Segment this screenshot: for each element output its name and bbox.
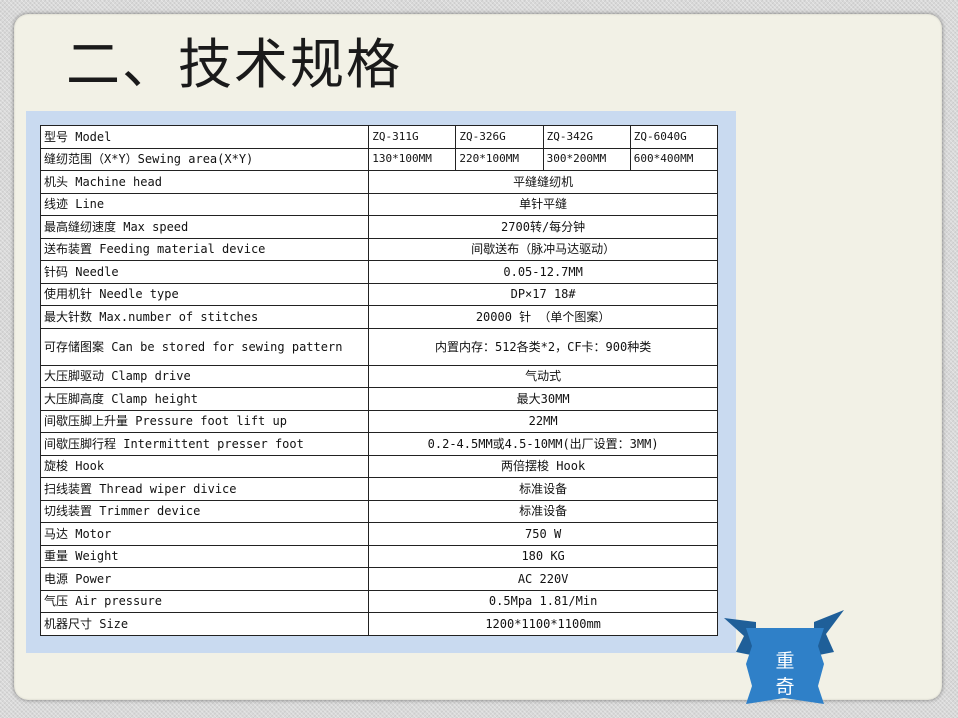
row-label: 线迹 Line xyxy=(39,192,370,216)
spec-panel: 型号 Model ZQ-311G ZQ-326G ZQ-342G ZQ-6040… xyxy=(26,111,736,653)
row-label: 电源 Power xyxy=(39,567,370,591)
row-value: 20000 针 （单个图案） xyxy=(368,305,718,329)
table-row: 间歇压脚上升量 Pressure foot lift up 22MM xyxy=(39,409,718,433)
table-row: 使用机针 Needle type DP×17 18# xyxy=(39,282,718,306)
table-row: 马达 Motor 750 W xyxy=(39,522,718,546)
table-row: 机器尺寸 Size 1200*1100*1100mm xyxy=(39,612,718,636)
table-row: 重量 Weight 180 KG xyxy=(39,544,718,568)
model-cell: ZQ-342G xyxy=(542,125,631,149)
row-label: 旋梭 Hook xyxy=(39,454,370,478)
row-label: 大压脚驱动 Clamp drive xyxy=(39,364,370,388)
row-value: 0.2-4.5MM或4.5-10MM(出厂设置：3MM) xyxy=(368,432,718,456)
row-label: 间歇压脚上升量 Pressure foot lift up xyxy=(39,409,370,433)
table-row: 间歇压脚行程 Intermittent presser foot 0.2-4.5M… xyxy=(39,432,718,456)
table-row: 电源 Power AC 220V xyxy=(39,567,718,591)
sewing-area-value: 220*100MM xyxy=(455,147,544,171)
row-label: 重量 Weight xyxy=(39,544,370,568)
row-label: 最高缝纫速度 Max speed xyxy=(39,215,370,239)
row-label: 最大针数 Max.number of stitches xyxy=(39,305,370,329)
table-row: 气压 Air pressure 0.5Mpa 1.81/Min xyxy=(39,589,718,613)
ribbon-label: 重 奇 xyxy=(766,648,804,700)
table-row: 大压脚高度 Clamp height 最大30MM xyxy=(39,387,718,411)
table-row: 机头 Machine head 平缝缝纫机 xyxy=(39,170,718,194)
sewing-area-value: 600*400MM xyxy=(629,147,719,171)
model-cell: ZQ-326G xyxy=(455,125,544,149)
row-value: 2700转/每分钟 xyxy=(368,215,718,239)
table-row: 扫线装置 Thread wiper divice 标准设备 xyxy=(39,477,718,501)
row-value: 22MM xyxy=(368,409,718,433)
row-label: 大压脚高度 Clamp height xyxy=(39,387,370,411)
row-label: 气压 Air pressure xyxy=(39,589,370,613)
row-label: 马达 Motor xyxy=(39,522,370,546)
table-row: 可存储图案 Can be stored for sewing pattern 内置… xyxy=(39,327,718,366)
table-row: 最高缝纫速度 Max speed 2700转/每分钟 xyxy=(39,215,718,239)
page-title: 二、技术规格 xyxy=(66,33,402,96)
table-row: 旋梭 Hook 两倍摆梭 Hook xyxy=(39,454,718,478)
ribbon-line-1: 重 xyxy=(775,650,795,672)
sewing-area-value: 130*100MM xyxy=(368,147,457,171)
row-label: 扫线装置 Thread wiper divice xyxy=(39,477,370,501)
row-value: 180 KG xyxy=(368,544,718,568)
sewing-area-value: 300*200MM xyxy=(542,147,631,171)
sewing-area-row: 缝纫范围（X*Y）Sewing area(X*Y) 130*100MM 220*… xyxy=(39,147,719,171)
table-row: 线迹 Line 单针平缝 xyxy=(39,192,718,216)
row-value: 最大30MM xyxy=(368,387,718,411)
row-value: 两倍摆梭 Hook xyxy=(368,454,718,478)
row-label: 间歇压脚行程 Intermittent presser foot xyxy=(39,432,370,456)
row-label: 送布装置 Feeding material device xyxy=(39,237,370,261)
row-value: 750 W xyxy=(368,522,718,546)
sewing-area-label: 缝纫范围（X*Y）Sewing area(X*Y) xyxy=(39,147,370,171)
table-row: 最大针数 Max.number of stitches 20000 针 （单个图案… xyxy=(39,305,718,329)
row-label: 切线装置 Trimmer device xyxy=(39,499,370,523)
row-value: 内置内存：512各类*2，CF卡：900种类 xyxy=(368,327,718,366)
row-value: 单针平缝 xyxy=(368,192,718,216)
spec-table: 型号 Model ZQ-311G ZQ-326G ZQ-342G ZQ-6040… xyxy=(39,125,719,636)
table-row: 切线装置 Trimmer device 标准设备 xyxy=(39,499,718,523)
row-value: 1200*1100*1100mm xyxy=(368,612,718,636)
row-value: 标准设备 xyxy=(368,477,718,501)
row-label: 使用机针 Needle type xyxy=(39,282,370,306)
row-value: AC 220V xyxy=(368,567,718,591)
row-value: DP×17 18# xyxy=(368,282,718,306)
row-label: 机器尺寸 Size xyxy=(39,612,370,636)
ribbon-line-2: 奇 xyxy=(775,676,795,698)
model-label: 型号 Model xyxy=(39,125,370,149)
table-row: 大压脚驱动 Clamp drive 气动式 xyxy=(39,364,718,388)
row-value: 气动式 xyxy=(368,364,718,388)
table-row: 针码 Needle 0.05-12.7MM xyxy=(39,260,718,284)
table-row: 送布装置 Feeding material device 间歇送布（脉冲马达驱动） xyxy=(39,237,718,261)
model-cell: ZQ-6040G xyxy=(629,125,719,149)
row-label: 针码 Needle xyxy=(39,260,370,284)
row-value: 标准设备 xyxy=(368,499,718,523)
row-label: 机头 Machine head xyxy=(39,170,370,194)
row-value: 0.05-12.7MM xyxy=(368,260,718,284)
ribbon-badge[interactable]: 重 奇 xyxy=(722,606,846,710)
row-value: 间歇送布（脉冲马达驱动） xyxy=(368,237,718,261)
table-header-row: 型号 Model ZQ-311G ZQ-326G ZQ-342G ZQ-6040… xyxy=(39,125,719,149)
row-value: 平缝缝纫机 xyxy=(368,170,718,194)
model-cell: ZQ-311G xyxy=(368,125,457,149)
row-value: 0.5Mpa 1.81/Min xyxy=(368,589,718,613)
slide: 二、技术规格 型号 Model ZQ-311G ZQ-326G ZQ-342G … xyxy=(14,14,942,700)
row-label: 可存储图案 Can be stored for sewing pattern xyxy=(39,327,370,366)
